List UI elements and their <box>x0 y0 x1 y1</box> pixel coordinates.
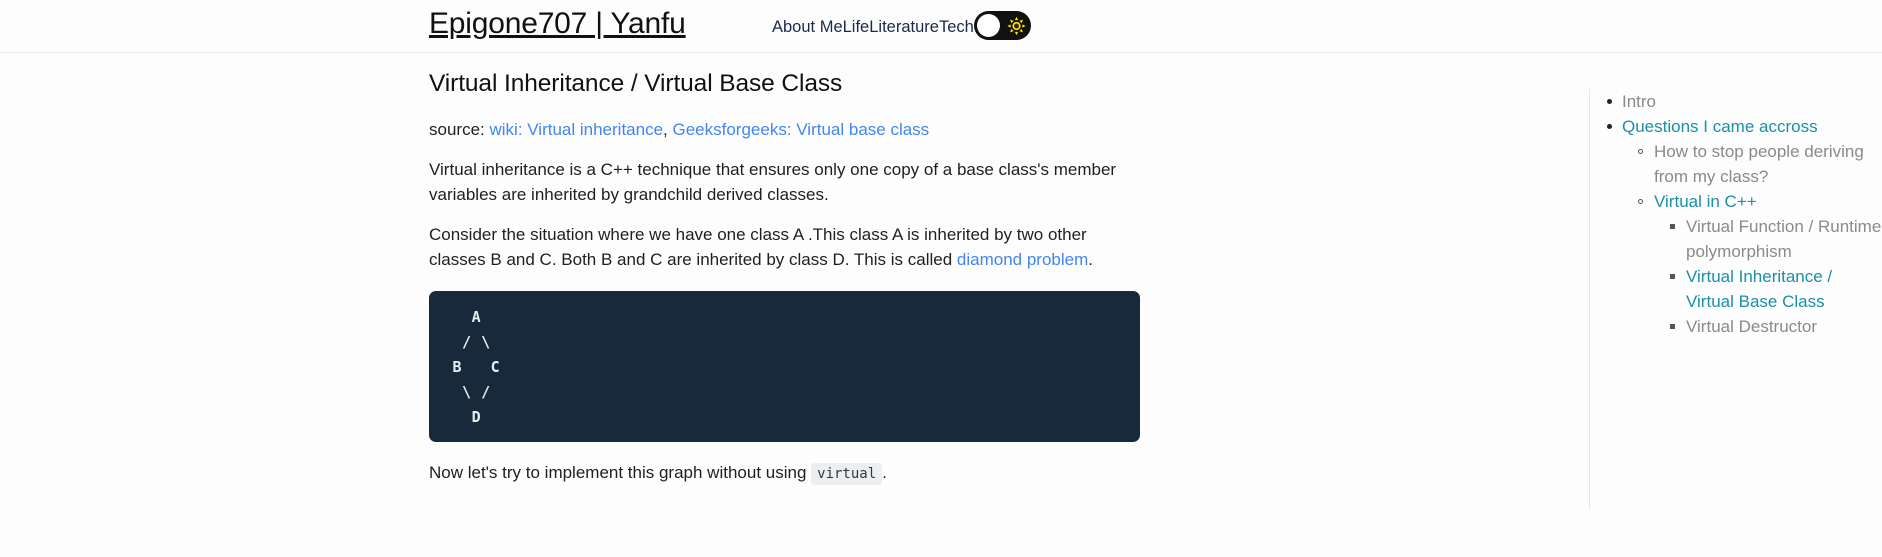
source-link-wiki[interactable]: wiki: Virtual inheritance <box>489 120 663 139</box>
toc-item-questions: Questions I came accross How to stop peo… <box>1590 114 1882 339</box>
theme-toggle-button[interactable] <box>973 11 1031 40</box>
toc-level-1-list: Intro Questions I came accross How to st… <box>1590 89 1882 339</box>
site-header: Epigone707 | Yanfu About Me Life Literat… <box>0 0 1882 53</box>
sun-icon <box>1007 16 1026 35</box>
toc-item-how-to-stop-deriving: How to stop people deriving from my clas… <box>1622 139 1882 189</box>
site-title[interactable]: Epigone707 | Yanfu <box>429 7 686 41</box>
nav-link-life[interactable]: Life <box>843 18 870 37</box>
paragraph-definition: Virtual inheritance is a C++ technique t… <box>429 159 1117 204</box>
toc-link-virtual-inheritance[interactable]: Virtual Inheritance / Virtual Base Class <box>1686 267 1832 311</box>
paragraph-diamond-problem: Consider the situation where we have one… <box>429 222 1141 272</box>
source-label: source: <box>429 119 485 139</box>
nav-item-life: Life <box>843 18 870 37</box>
paragraph-diamond-text-after: . <box>1088 249 1093 269</box>
toc-item-virtual-inheritance: Virtual Inheritance / Virtual Base Class <box>1654 264 1882 314</box>
paragraph-implement-note: Now let's try to implement this graph wi… <box>429 460 1365 487</box>
page-title: Virtual Inheritance / Virtual Base Class <box>429 70 843 97</box>
nav-item-literature: Literature <box>869 18 939 37</box>
implement-note-text-before: Now let's try to implement this graph wi… <box>429 462 812 482</box>
nav-item-about-me: About Me <box>772 18 843 37</box>
toc-item-virtual-in-cpp: Virtual in C++ Virtual Function / Runtim… <box>1622 189 1882 339</box>
toc-link-how-to-stop-deriving[interactable]: How to stop people deriving from my clas… <box>1654 142 1864 186</box>
implement-note-text-after: . <box>882 462 887 482</box>
page-body: Virtual Inheritance / Virtual Base Class… <box>0 53 1882 557</box>
toc-link-questions[interactable]: Questions I came accross <box>1622 117 1818 136</box>
code-block-content: A / \ B C \ / D <box>452 307 501 426</box>
code-block-diamond-diagram: A / \ B C \ / D <box>429 290 1140 442</box>
nav-link-tech[interactable]: Tech <box>939 18 974 37</box>
toc-link-virtual-function[interactable]: Virtual Function / Runtime polymorphism <box>1686 217 1881 261</box>
nav-link-literature[interactable]: Literature <box>869 18 939 37</box>
toc-item-virtual-function: Virtual Function / Runtime polymorphism <box>1654 214 1882 264</box>
toggle-knob <box>976 14 1000 37</box>
nav-item-theme-toggle <box>973 11 1031 40</box>
source-link-geeksforgeeks[interactable]: Geeksforgeeks: Virtual base class <box>672 120 929 139</box>
toc-item-virtual-destructor: Virtual Destructor <box>1654 314 1882 339</box>
source-line: source: wiki: Virtual inheritance, Geeks… <box>429 117 1365 142</box>
toc-item-intro: Intro <box>1590 89 1882 114</box>
nav-link-about-me[interactable]: About Me <box>772 18 843 37</box>
table-of-contents: Intro Questions I came accross How to st… <box>1589 89 1882 509</box>
toc-link-intro[interactable]: Intro <box>1622 92 1656 111</box>
main-navigation: About Me Life Literature Tech <box>772 11 1031 40</box>
article-content: Virtual Inheritance / Virtual Base Class… <box>429 53 1365 487</box>
header-inner: Epigone707 | Yanfu About Me Life Literat… <box>0 0 1882 52</box>
toc-level-3-list: Virtual Function / Runtime polymorphism … <box>1654 214 1882 339</box>
toc-level-2-list: How to stop people deriving from my clas… <box>1622 139 1882 339</box>
diamond-problem-link[interactable]: diamond problem <box>957 250 1088 269</box>
toc-link-virtual-destructor[interactable]: Virtual Destructor <box>1686 317 1817 336</box>
nav-item-tech: Tech <box>939 18 974 37</box>
toc-link-virtual-in-cpp[interactable]: Virtual in C++ <box>1654 192 1757 211</box>
inline-code-virtual: virtual <box>811 462 883 485</box>
